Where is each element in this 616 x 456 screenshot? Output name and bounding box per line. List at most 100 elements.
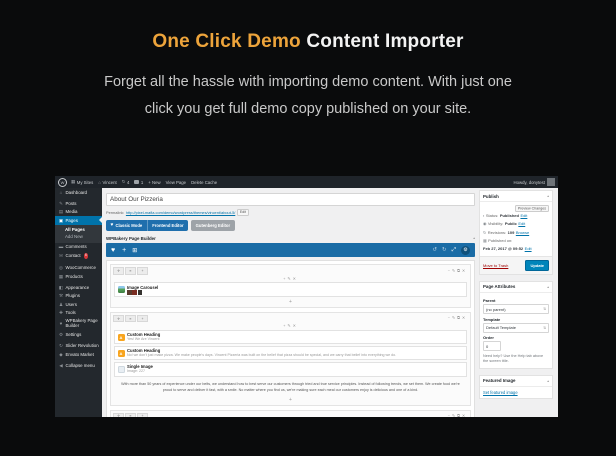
updates-menu[interactable]: ↻ 4 [122, 179, 130, 185]
select-arrows-icon: ⇅ [543, 325, 546, 330]
metabox-toggle-icon[interactable]: ▴ [473, 236, 475, 240]
publish-panel-header[interactable]: Publish ▴ [480, 191, 552, 202]
sidebar-item-all-pages[interactable]: All Pages [55, 226, 102, 234]
page-attributes-title: Page Attributes [483, 284, 516, 290]
page-attributes-header[interactable]: Page Attributes ▴ [480, 282, 552, 293]
grid-icon: ▦ [71, 179, 76, 184]
order-input[interactable]: 0 [483, 341, 501, 352]
permalink-edit-button[interactable]: Edit [236, 208, 250, 216]
update-button[interactable]: Update [525, 260, 549, 271]
sidebar-item-plugins[interactable]: ⚒ Plugins [55, 292, 102, 300]
howdy-account-menu[interactable]: Howdy, donytest [514, 180, 545, 185]
move-to-trash-link[interactable]: Move to Trash [483, 263, 508, 268]
drag-handle-icon[interactable]: ✛ [113, 412, 124, 417]
sidebar-item-slider-revolution[interactable]: ↻ Slider Revolution [55, 341, 102, 349]
carousel-thumbnail [137, 290, 143, 295]
fullscreen-icon[interactable]: ⤢ [452, 247, 456, 254]
add-column-icon[interactable]: + [137, 412, 148, 417]
sidebar-item-add-new[interactable]: Add New [55, 233, 102, 241]
sidebar-item-products[interactable]: ▦ Products [55, 272, 102, 280]
element-image-carousel[interactable]: Image Carousel [114, 282, 467, 298]
sidebar-label: Media [65, 209, 78, 215]
sidebar-item-collapse-menu[interactable]: ◀ Collapse menu [55, 361, 102, 369]
permalink-url-link[interactable]: http://pixel-mafia.com/demo/wordpress/th… [126, 210, 235, 215]
layout-icon[interactable]: ≡ [125, 314, 136, 323]
sidebar-item-wpbakery[interactable]: ♥ WPBakery Page Builder [55, 317, 102, 330]
settings-gear-button[interactable]: ⚙ [461, 245, 470, 255]
classic-mode-button[interactable]: ♥ Classic Mode [106, 219, 147, 231]
sidebar-item-appearance[interactable]: ◧ Appearance [55, 283, 102, 291]
wordpress-logo-icon[interactable]: W [58, 177, 67, 187]
status-label: Status: [485, 212, 499, 218]
published-edit-link[interactable]: Edit [525, 246, 532, 251]
parent-select[interactable]: (no parent) ⇅ [483, 304, 549, 315]
sidebar-label: Users [65, 301, 77, 307]
comments-menu[interactable]: 1 [134, 180, 143, 185]
element-custom-heading[interactable]: A Custom Heading Yes! We Are Vincent [114, 329, 467, 345]
sidebar-item-settings[interactable]: ⚙ Settings [55, 330, 102, 338]
gutenberg-editor-button[interactable]: Gutenberg Editor [191, 219, 235, 231]
element-single-image[interactable]: Single Image Image: 227 [114, 361, 467, 377]
preview-changes-button[interactable]: Preview Changes [514, 204, 549, 212]
featured-image-header[interactable]: Featured Image ▴ [480, 376, 552, 387]
row-controls[interactable]: −✎⧉✕ [448, 413, 467, 417]
new-content-menu[interactable]: + New [148, 180, 160, 185]
sidebar-label: Appearance [65, 284, 90, 290]
delete-row-icon[interactable]: ✕ [462, 269, 467, 273]
avatar[interactable] [547, 178, 555, 186]
page-title-input[interactable]: About Our Pizzeria [106, 193, 475, 206]
delete-row-icon[interactable]: ✕ [462, 414, 467, 417]
sidebar-item-contact[interactable]: ✉ Contact 6 [55, 251, 102, 260]
sidebar-item-comments[interactable]: ▬ Comments [55, 243, 102, 251]
layout-icon[interactable]: ≡ [125, 267, 136, 275]
sidebar-item-dashboard[interactable]: ⌂ Dashboard [55, 188, 102, 196]
delete-row-icon[interactable]: ✕ [462, 316, 467, 320]
delete-cache-menu[interactable]: Delete Cache [191, 180, 217, 185]
delete-column-icon[interactable]: ✕ [293, 277, 298, 281]
redo-icon[interactable]: ↻ [442, 247, 447, 253]
drag-handle-icon[interactable]: ✛ [113, 267, 124, 275]
add-column-icon[interactable]: + [137, 267, 148, 275]
status-edit-link[interactable]: Edit [520, 213, 527, 218]
add-element-icon[interactable]: + [122, 247, 126, 254]
column-controls[interactable]: +✎✕ [113, 276, 468, 281]
admin-sidebar: ⌂ Dashboard ✎ Posts ▤ Media ▣ Pages All Page… [55, 188, 102, 417]
comments-icon: ▬ [58, 244, 64, 250]
site-name-menu[interactable]: ⌂ Vincent [98, 180, 116, 185]
wpbakery-logo-icon[interactable]: ♥ [111, 247, 115, 254]
add-element-button[interactable]: + [113, 397, 468, 403]
sidebar-item-media[interactable]: ▤ Media [55, 208, 102, 216]
drag-handle-icon[interactable]: ✛ [113, 314, 124, 323]
updates-count: 4 [127, 179, 130, 185]
sidebar-item-woocommerce[interactable]: ◎ WooCommerce [55, 263, 102, 271]
layout-icon[interactable]: ≡ [125, 412, 136, 417]
my-sites-menu[interactable]: ▦ My Sites [71, 179, 93, 185]
delete-column-icon[interactable]: ✕ [293, 324, 298, 328]
sidebar-item-pages[interactable]: ▣ Pages [55, 216, 102, 225]
sidebar-item-envato-market[interactable]: ◆ Envato Market [55, 350, 102, 358]
undo-icon[interactable]: ↺ [432, 247, 437, 253]
element-custom-heading[interactable]: A Custom Heading No! we don't just make … [114, 345, 467, 361]
sidebar-label: Pages [65, 217, 78, 223]
row-controls[interactable]: −✎⧉✕ [448, 315, 467, 320]
toggle-panel-icon[interactable]: ▴ [547, 285, 549, 289]
toggle-panel-icon[interactable]: ▴ [547, 194, 549, 198]
template-select[interactable]: Default Template ⇅ [483, 322, 549, 333]
my-sites-label: My Sites [76, 179, 94, 185]
frontend-editor-button[interactable]: Frontend Editor [146, 219, 189, 231]
toggle-panel-icon[interactable]: ▴ [547, 379, 549, 383]
templates-icon[interactable]: ⊞ [132, 247, 137, 254]
sidebar-item-posts[interactable]: ✎ Posts [55, 199, 102, 207]
row-controls[interactable]: −✎⧉✕ [448, 268, 467, 273]
visibility-edit-link[interactable]: Edit [518, 221, 525, 226]
sidebar-item-tools[interactable]: ✚ Tools [55, 308, 102, 316]
add-element-button[interactable]: + [113, 299, 468, 305]
element-text-block[interactable]: With more than 50 years of experience un… [113, 379, 468, 395]
set-featured-image-link[interactable]: Set featured image [483, 390, 518, 395]
view-page-menu[interactable]: View Page [166, 180, 186, 185]
sidebar-item-users[interactable]: ♟ Users [55, 300, 102, 308]
column-controls[interactable]: +✎✕ [113, 323, 468, 328]
revisions-browse-link[interactable]: Browse [516, 230, 529, 235]
image-carousel-icon [117, 286, 125, 294]
add-column-icon[interactable]: + [137, 314, 148, 323]
